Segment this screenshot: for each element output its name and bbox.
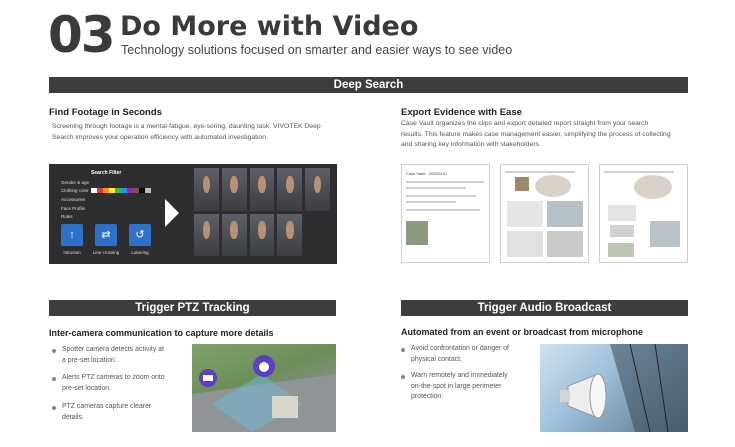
export-evidence-line: and sharing key information with stakeho… [401, 141, 541, 148]
arrow-right-icon [165, 199, 179, 227]
ptz-illustration [192, 344, 336, 432]
report-line [406, 209, 480, 211]
line-crossing-button[interactable]: ⇄ [95, 224, 117, 246]
find-footage-line: Screening through footage is a mental-fa… [52, 123, 321, 130]
report-image [610, 225, 634, 237]
report-page-2 [500, 164, 589, 263]
report-image [507, 201, 543, 227]
loitering-label: Loitering [131, 250, 149, 255]
report-title: Case Vault - 20200410 [406, 171, 447, 176]
page-title: Do More with Video [120, 11, 419, 42]
bullet-line: physical contact. [411, 355, 462, 363]
ptz-bullet: Alerts PTZ cameras to zoom onto pre-set … [52, 373, 187, 394]
color-swatches [91, 188, 151, 193]
page-header: 03 Do More with Video Technology solutio… [48, 6, 698, 64]
ptz-heading: Inter-camera communication to capture mo… [49, 328, 274, 338]
ptz-scene [192, 355, 336, 432]
filter-rules: Rules [61, 214, 73, 219]
report-image [515, 177, 529, 191]
result-thumbnail-empty [305, 214, 330, 257]
bullet-line: Avoid confrontation or danger of [411, 345, 509, 352]
filter-accessories: Accessories [61, 197, 86, 202]
audio-bullet: Warn remotely and immediately on-the-spo… [401, 371, 536, 403]
filter-face-profile: Face Profile [61, 206, 86, 211]
intrusion-label: Intrusion [63, 250, 81, 255]
speaker-horn-icon [560, 373, 607, 419]
audio-speaker-photo [540, 344, 688, 432]
bullet-line: a pre-set location. [62, 356, 117, 364]
section-number: 03 [48, 6, 116, 64]
search-filter-title: Search Filter [91, 170, 122, 176]
ptz-bullet: Spotter camera detects activity at a pre… [52, 345, 187, 366]
result-thumbnail[interactable] [194, 213, 219, 256]
report-page-3 [599, 164, 688, 263]
loitering-button[interactable]: ↺ [129, 224, 151, 246]
result-thumbnail[interactable] [305, 168, 330, 211]
result-thumbnail[interactable] [249, 168, 275, 211]
audio-scene [560, 344, 688, 432]
report-line [406, 181, 484, 183]
intrusion-button[interactable]: ↑ [61, 224, 83, 246]
filter-gender-age: Gender & age [61, 180, 90, 185]
report-line [406, 201, 456, 203]
export-evidence-line: results. This feature makes case managem… [401, 130, 671, 138]
line-crossing-icon: ⇄ [101, 229, 111, 241]
bullet-line: Warn remotely and immediately [411, 372, 508, 379]
report-image [507, 231, 543, 257]
bullet-line: Spotter camera detects activity at [62, 346, 164, 353]
loitering-icon: ↺ [135, 229, 145, 241]
spotter-camera-body [203, 375, 213, 381]
page-subtitle: Technology solutions focused on smarter … [121, 43, 513, 57]
intrusion-icon: ↑ [69, 229, 75, 241]
result-thumbnail[interactable] [277, 213, 303, 256]
bullet-line: details. [62, 413, 84, 421]
audio-heading: Automated from an event or broadcast fro… [401, 327, 644, 337]
bullet-line: PTZ cameras capture clearer [62, 403, 152, 410]
report-line [604, 171, 674, 173]
report-page-1: Case Vault - 20200410 [401, 164, 490, 263]
ptz-bullet: PTZ cameras capture clearer details. [52, 402, 187, 423]
result-thumbnail[interactable] [249, 213, 275, 256]
line-crossing-label: Line crossing [92, 250, 120, 255]
report-image [535, 175, 571, 197]
find-footage-text: Screening through footage is a mental-fa… [52, 122, 352, 143]
find-footage-heading: Find Footage in Seconds [49, 107, 162, 118]
report-image [634, 175, 672, 199]
bullet-line: protection. [411, 393, 444, 400]
result-thumbnail[interactable] [277, 168, 303, 211]
ptz-tracking-banner: Trigger PTZ Tracking [49, 300, 336, 316]
result-thumbnail[interactable] [194, 168, 219, 211]
result-thumbnail[interactable] [221, 168, 247, 211]
bullet-line: Alerts PTZ cameras to zoom onto [62, 374, 165, 381]
find-footage-line: Search improves your operation efficienc… [52, 133, 268, 141]
audio-broadcast-banner: Trigger Audio Broadcast [401, 300, 688, 316]
report-line [505, 171, 575, 173]
report-line [406, 187, 466, 189]
report-image [608, 243, 634, 257]
result-thumbnail[interactable] [221, 213, 247, 256]
search-results-grid [194, 168, 330, 256]
report-image [406, 221, 428, 245]
export-evidence-heading: Export Evidence with Ease [401, 107, 522, 118]
bullet-line: on-the-spot in large perimeter [411, 382, 502, 390]
deep-search-banner: Deep Search [49, 77, 688, 93]
report-image [547, 231, 583, 257]
report-image [547, 201, 583, 227]
glass-building [610, 344, 688, 432]
swatch [145, 188, 151, 193]
report-image [608, 205, 636, 221]
report-line [406, 195, 476, 197]
ptz-camera-dome [259, 362, 269, 372]
report-image [650, 221, 680, 247]
building [272, 396, 298, 418]
export-evidence-text: Case Vault organizes the clips and expor… [401, 119, 701, 151]
audio-bullet: Avoid confrontation or danger of physica… [401, 344, 536, 365]
bullet-line: pre-set location. [62, 384, 112, 392]
filter-clothing-color: Clothing color [61, 188, 89, 193]
export-evidence-line: Case Vault organizes the clips and expor… [401, 120, 649, 127]
